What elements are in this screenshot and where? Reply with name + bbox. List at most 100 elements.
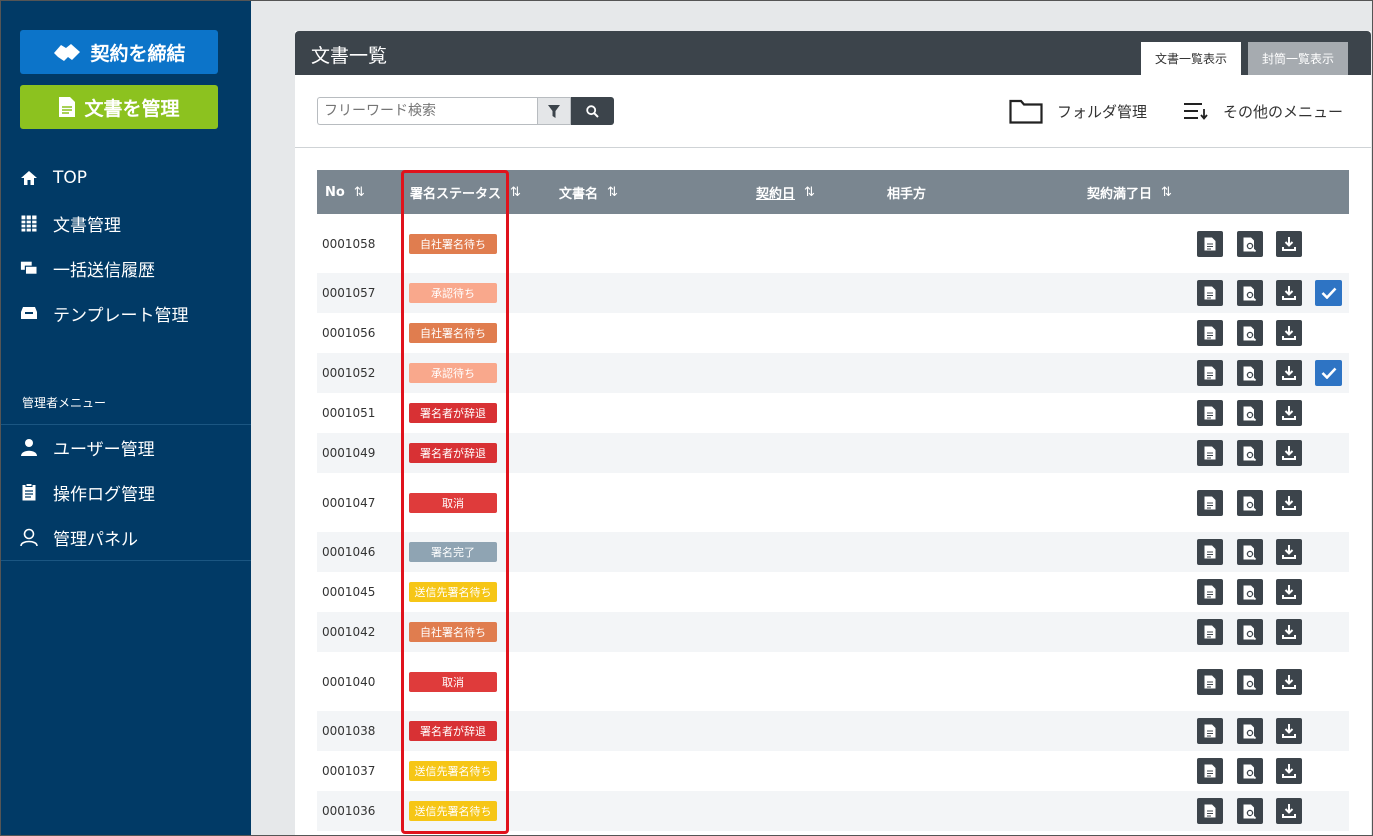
manage-documents-button[interactable]: 文書を管理 [20,85,218,129]
row-checkbox[interactable] [1315,360,1342,386]
other-menu-label: その他のメニュー [1223,102,1344,121]
nav-item-admin-panel[interactable]: 管理パネル [20,522,138,552]
nav-item-users[interactable]: ユーザー管理 [20,432,155,462]
checkmark-icon [1321,367,1337,379]
view-document-button[interactable] [1197,231,1223,257]
document-icon [1204,585,1216,599]
download-button[interactable] [1276,400,1302,426]
download-button[interactable] [1276,539,1302,565]
batch-send-icon [20,259,38,277]
preview-document-button[interactable] [1237,490,1263,516]
preview-document-button[interactable] [1237,798,1263,824]
search-input[interactable] [317,97,537,125]
table-row[interactable]: 0001040 取消 [317,652,1349,711]
document-icon [1204,675,1216,689]
view-document-button[interactable] [1197,579,1223,605]
view-document-button[interactable] [1197,280,1223,306]
table-row[interactable]: 0001036 送信先署名待ち [317,791,1349,831]
download-button[interactable] [1276,579,1302,605]
tab-document-list[interactable]: 文書一覧表示 [1141,42,1241,75]
table-row[interactable]: 0001046 署名完了 [317,532,1349,572]
row-checkbox[interactable] [1315,280,1342,306]
preview-document-button[interactable] [1237,718,1263,744]
panel-header: 文書一覧 文書一覧表示 封筒一覧表示 [295,31,1371,75]
table-row[interactable]: 0001057 承認待ち [317,273,1349,313]
nav-item-operation-log[interactable]: 操作ログ管理 [20,477,155,507]
view-document-button[interactable] [1197,400,1223,426]
nav-item-documents[interactable]: 文書管理 [20,208,121,238]
table-header: No ⇅ 署名ステータス ⇅ 文書名 ⇅ 契約日 ⇅ 相手方 契約満了日 ⇅ [317,170,1349,214]
download-button[interactable] [1276,619,1302,645]
download-button[interactable] [1276,440,1302,466]
document-search-icon [1243,237,1257,252]
folder-management-button[interactable]: フォルダ管理 [1009,97,1147,125]
table-row[interactable]: 0001038 署名者が辞退 [317,711,1349,751]
download-button[interactable] [1276,798,1302,824]
view-document-button[interactable] [1197,490,1223,516]
view-document-button[interactable] [1197,539,1223,565]
other-menu-button[interactable]: その他のメニュー [1183,97,1343,125]
header-expiry-date[interactable]: 契約満了日 ⇅ [1087,170,1172,214]
view-document-button[interactable] [1197,360,1223,386]
document-icon [1204,625,1216,639]
sort-icon: ⇅ [510,184,521,200]
preview-document-button[interactable] [1237,400,1263,426]
document-number: 0001038 [322,724,376,738]
document-number: 0001058 [322,236,376,251]
download-button[interactable] [1276,490,1302,516]
download-button[interactable] [1276,320,1302,346]
contract-button[interactable]: 契約を締結 [20,30,218,74]
search-button[interactable] [571,97,614,125]
header-status-label: 署名ステータス [410,186,502,202]
preview-document-button[interactable] [1237,619,1263,645]
nav-label-templates: テンプレート管理 [53,305,189,326]
table-row[interactable]: 0001049 署名者が辞退 [317,433,1349,473]
nav-item-top[interactable]: TOP [20,163,87,193]
status-badge: 自社署名待ち [409,323,497,343]
preview-document-button[interactable] [1237,231,1263,257]
view-document-button[interactable] [1197,320,1223,346]
download-button[interactable] [1276,231,1302,257]
view-document-button[interactable] [1197,669,1223,695]
preview-document-button[interactable] [1237,280,1263,306]
table-row[interactable]: 0001045 送信先署名待ち [317,572,1349,612]
download-button[interactable] [1276,280,1302,306]
header-no[interactable]: No ⇅ [325,170,365,214]
preview-document-button[interactable] [1237,579,1263,605]
checkmark-icon [1321,287,1337,299]
table-row[interactable]: 0001051 署名者が辞退 [317,393,1349,433]
sort-icon: ⇅ [804,184,815,200]
table-row[interactable]: 0001052 承認待ち [317,353,1349,393]
download-button[interactable] [1276,360,1302,386]
table-row[interactable]: 0001047 取消 [317,473,1349,532]
table-row[interactable]: 0001056 自社署名待ち [317,313,1349,353]
tab-envelope-list[interactable]: 封筒一覧表示 [1248,42,1348,75]
preview-document-button[interactable] [1237,360,1263,386]
preview-document-button[interactable] [1237,758,1263,784]
view-document-button[interactable] [1197,798,1223,824]
preview-document-button[interactable] [1237,669,1263,695]
header-document-name[interactable]: 文書名 ⇅ [559,170,618,214]
download-button[interactable] [1276,669,1302,695]
sidebar: 契約を締結 文書を管理 TOP 文書管理 一括送信履歴 テンプレート管理 管理者… [0,0,251,836]
table-row[interactable]: 0001037 送信先署名待ち [317,751,1349,791]
user-icon [20,438,38,456]
view-document-button[interactable] [1197,758,1223,784]
header-contract-date[interactable]: 契約日 ⇅ [756,170,815,214]
view-document-button[interactable] [1197,619,1223,645]
preview-document-button[interactable] [1237,440,1263,466]
download-button[interactable] [1276,758,1302,784]
table-row[interactable]: 0001042 自社署名待ち [317,612,1349,652]
preview-document-button[interactable] [1237,320,1263,346]
table-row[interactable]: 0001058 自社署名待ち [317,214,1349,273]
nav-item-templates[interactable]: テンプレート管理 [20,298,189,328]
home-icon [20,169,38,187]
view-document-button[interactable] [1197,440,1223,466]
preview-document-button[interactable] [1237,539,1263,565]
header-status[interactable]: 署名ステータス ⇅ [410,170,521,214]
filter-button[interactable] [537,97,571,125]
view-document-button[interactable] [1197,718,1223,744]
nav-item-batch-history[interactable]: 一括送信履歴 [20,253,155,283]
header-no-label: No [325,184,345,200]
download-button[interactable] [1276,718,1302,744]
